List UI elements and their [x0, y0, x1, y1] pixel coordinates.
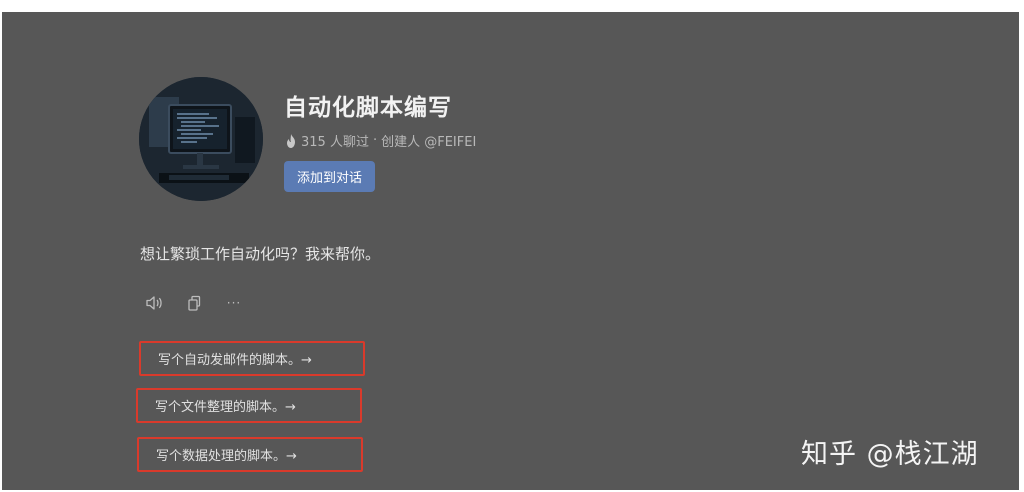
monitor-illustration: [139, 77, 263, 201]
bot-meta: 315 人聊过 · 创建人 @FEIFEI: [285, 131, 476, 150]
suggestion-data-processing-script[interactable]: 写个数据处理的脚本。→: [137, 437, 363, 472]
zhihu-watermark: 知乎 @栈江湖: [801, 439, 979, 470]
creator-label[interactable]: 创建人 @FEIFEI: [381, 131, 476, 150]
chat-panel: 自动化脚本编写 315 人聊过 · 创建人 @FEIFEI 添加到对话 想让繁琐…: [2, 12, 1019, 490]
message-actions: ···: [143, 293, 245, 313]
meta-separator: ·: [372, 133, 378, 148]
suggestion-file-organize-script[interactable]: 写个文件整理的脚本。→: [136, 388, 362, 423]
bot-avatar: [139, 77, 263, 201]
copy-icon[interactable]: [183, 293, 205, 313]
speaker-icon[interactable]: [143, 293, 165, 313]
bot-greeting: 想让繁琐工作自动化吗？我来帮你。: [140, 245, 381, 263]
bot-title: 自动化脚本编写: [284, 95, 452, 121]
more-icon-label: ···: [226, 296, 242, 310]
suggestion-email-script[interactable]: 写个自动发邮件的脚本。→: [139, 341, 365, 376]
fire-icon: [287, 133, 295, 148]
more-icon[interactable]: ···: [223, 293, 245, 313]
chat-count: 315 人聊过: [301, 135, 369, 150]
add-to-chat-button[interactable]: 添加到对话: [284, 161, 375, 192]
